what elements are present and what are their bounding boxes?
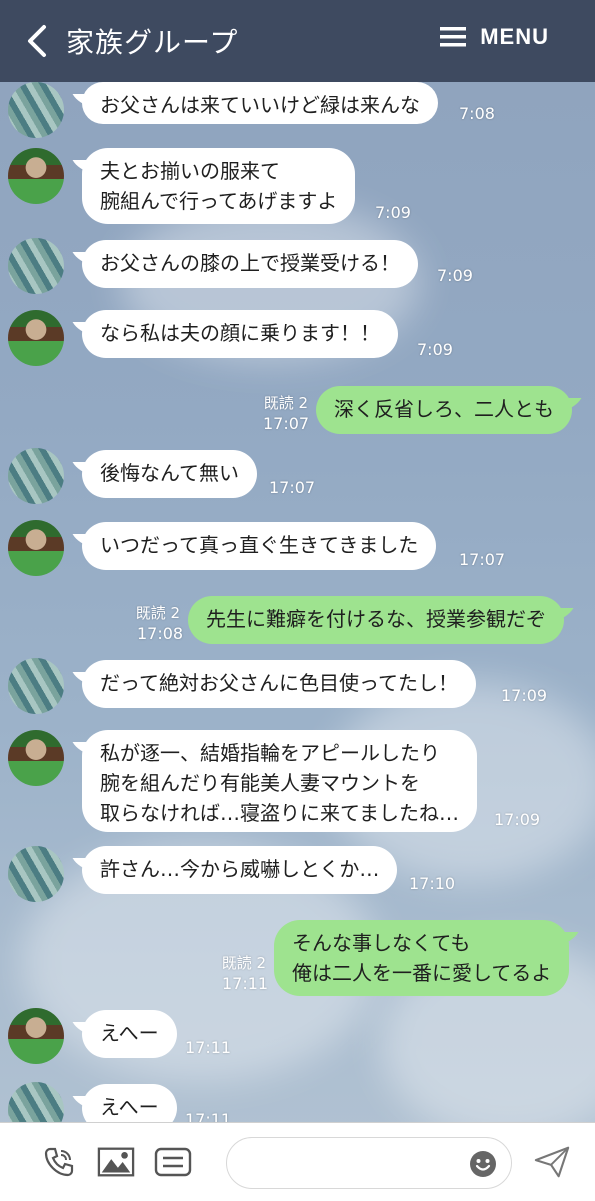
emoji-icon[interactable] [469,1150,497,1178]
incoming-bubble[interactable]: お父さんの膝の上で授業受ける！ [82,240,418,288]
avatar[interactable] [8,846,64,902]
incoming-bubble[interactable]: だって絶対お父さんに色目使ってたし！ [82,660,476,708]
hamburger-icon [440,27,467,47]
menu-button[interactable]: MENU [440,24,549,50]
avatar[interactable] [8,1008,64,1064]
outgoing-bubble[interactable]: 先生に難癖を付けるな、授業参観だぞ [188,596,564,644]
phone-icon[interactable] [40,1143,78,1181]
avatar[interactable] [8,82,64,138]
chat-header: 家族グループ MENU [0,0,595,82]
outgoing-bubble[interactable]: そんな事しなくても 俺は二人を一番に愛してるよ [274,920,570,996]
timestamp: 7:08 [459,104,495,123]
read-receipt: 既読 2 [135,604,180,622]
input-bar [0,1122,595,1201]
timestamp: 17:07 [269,478,316,497]
outgoing-bubble[interactable]: 深く反省しろ、二人とも [316,386,572,434]
avatar[interactable] [8,148,64,204]
incoming-bubble[interactable]: えへー [82,1010,177,1058]
send-icon[interactable] [533,1143,571,1181]
timestamp: 17:09 [494,810,541,829]
chat-title: 家族グループ [66,26,239,59]
timestamp: 17:07 [263,414,310,433]
read-receipt: 既読 2 [221,954,266,972]
incoming-bubble[interactable]: 後悔なんて無い [82,450,257,498]
timestamp: 7:09 [437,266,473,285]
timestamp: 17:10 [409,874,456,893]
incoming-bubble[interactable]: なら私は夫の顔に乗ります！！ [82,310,398,358]
image-icon[interactable] [97,1143,135,1181]
timestamp: 17:09 [501,686,548,705]
avatar[interactable] [8,310,64,366]
incoming-bubble[interactable]: お父さんは来ていいけど緑は来んな [82,82,438,124]
read-receipt: 既読 2 [263,394,308,412]
timestamp: 7:09 [375,203,411,222]
timestamp: 17:11 [222,974,269,993]
avatar[interactable] [8,520,64,576]
avatar[interactable] [8,448,64,504]
message-input[interactable] [226,1137,512,1189]
incoming-bubble[interactable]: 私が逐一、結婚指輪をアピールしたり 腕を組んだり有能美人妻マウントを 取らなけれ… [82,730,477,832]
incoming-bubble[interactable]: いつだって真っ直ぐ生きてきました [82,522,437,570]
back-arrow-icon[interactable] [14,19,58,63]
incoming-bubble[interactable]: 夫とお揃いの服来て 腕組んで行ってあげますよ [82,148,356,224]
menu-label: MENU [480,24,549,49]
timestamp: 7:09 [417,340,453,359]
avatar[interactable] [8,238,64,294]
avatar[interactable] [8,658,64,714]
template-icon[interactable] [154,1143,192,1181]
timestamp: 17:07 [459,550,506,569]
timestamp: 17:11 [185,1038,232,1057]
timestamp: 17:08 [137,624,184,643]
avatar[interactable] [8,730,64,786]
incoming-bubble[interactable]: 許さん…今から威嚇しとくか… [82,846,398,894]
